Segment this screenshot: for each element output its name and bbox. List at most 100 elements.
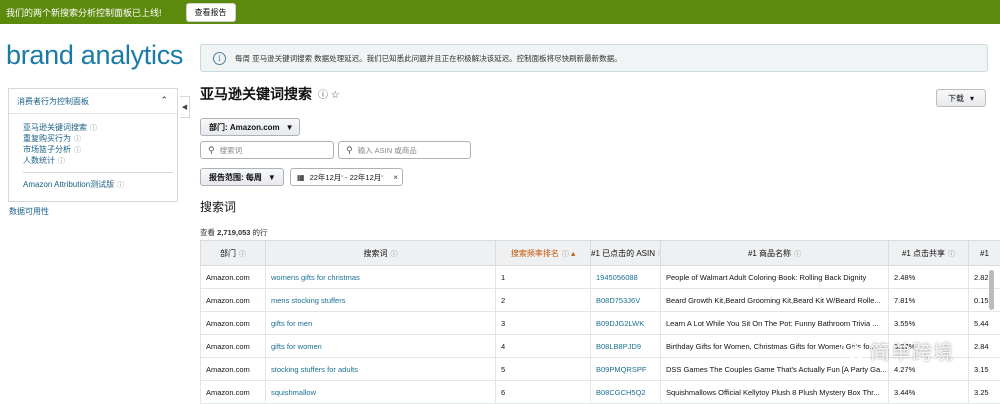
sidebar-item-repeat-purchase[interactable]: 重复购买行为ⓘ <box>9 133 177 144</box>
download-label: 下载 <box>948 93 964 104</box>
banner-message: 我们的两个新搜索分析控制面板已上线! <box>6 6 162 19</box>
cell-asin[interactable]: B08LB8PJD9 <box>591 335 661 358</box>
title-icons: ⓘ ☆ <box>318 86 340 101</box>
cell-more: 2.84 <box>969 335 1000 358</box>
sidebar-item-attribution[interactable]: Amazon Attribution测试版ⓘ <box>9 179 177 190</box>
chevron-up-icon[interactable]: ⌃ <box>160 95 168 106</box>
star-icon[interactable]: ☆ <box>331 90 340 101</box>
notice-text: 每周 亚马逊关键词搜索 数据处理延迟。我们已知悉此问题并且正在积极解决该延迟。控… <box>235 53 622 64</box>
cell-department: Amazon.com <box>201 289 266 312</box>
info-icon: ⓘ <box>74 136 81 143</box>
chevron-down-icon: ▼ <box>268 173 276 182</box>
column-header-more[interactable]: #1 <box>969 241 1000 266</box>
report-range-dropdown[interactable]: 报告范围: 每周 ▼ <box>200 168 284 186</box>
table-row: Amazon.com squishmallow 6 B08CGCH5Q2 Squ… <box>201 381 1000 404</box>
cell-rank: 6 <box>496 381 591 404</box>
row-count: 查看 2,719,053 的行 <box>200 227 268 238</box>
department-label: 部门: Amazon.com <box>209 122 280 133</box>
sidebar-item-market-basket[interactable]: 市场篮子分析ⓘ <box>9 144 177 155</box>
sidebar-item-keyword-search[interactable]: 亚马逊关键词搜索ⓘ <box>9 122 177 133</box>
cell-department: Amazon.com <box>201 266 266 289</box>
cell-search-term[interactable]: gifts for women <box>266 335 496 358</box>
cell-rank: 2 <box>496 289 591 312</box>
info-icon: ⓘ <box>58 158 65 165</box>
date-range-picker[interactable]: ▦ 22年12月‘ - 22年12月‘ × <box>290 168 403 186</box>
keyword-placeholder: 搜索词 <box>220 145 243 156</box>
calendar-icon: ▦ <box>297 173 305 182</box>
brand-analytics-logo: brand analytics <box>6 40 183 71</box>
cell-asin[interactable]: B08CGCH5Q2 <box>591 381 661 404</box>
cell-product-title: People of Walmart Adult Coloring Book: R… <box>661 266 889 289</box>
section-title: 搜索词 <box>200 198 236 215</box>
sidebar-header[interactable]: 消费者行为控制面板 ⌃ <box>9 89 177 114</box>
scrollbar[interactable] <box>989 270 994 310</box>
search-terms-table: 部门ⓘ 搜索词ⓘ 搜索频率排名ⓘ ▴ #1 已点击的 ASINⓘ #1 商品名称… <box>200 240 1000 404</box>
info-icon: ⓘ <box>562 251 569 258</box>
cell-search-term[interactable]: gifts for men <box>266 312 496 335</box>
cell-rank: 5 <box>496 358 591 381</box>
info-icon: i <box>213 52 226 65</box>
download-button[interactable]: 下载 ▾ <box>936 89 986 107</box>
sidebar: 消费者行为控制面板 ⌃ 亚马逊关键词搜索ⓘ 重复购买行为ⓘ 市场篮子分析ⓘ 人数… <box>8 88 178 202</box>
cell-asin[interactable]: B09PMQRSPF <box>591 358 661 381</box>
asin-placeholder: 输入 ASIN 或商品 <box>358 145 417 156</box>
info-icon: ⓘ <box>391 251 398 258</box>
info-icon: ⓘ <box>90 125 97 132</box>
cell-search-term[interactable]: stocking stuffers for adults <box>266 358 496 381</box>
sidebar-item-demographics[interactable]: 人数统计ⓘ <box>9 155 177 166</box>
page-title: 亚马逊关键词搜索 <box>200 84 312 104</box>
keyword-search-input[interactable]: ⚲ 搜索词 <box>200 141 334 159</box>
chevron-down-icon: ▼ <box>286 123 294 132</box>
cell-asin[interactable]: 1945056088 <box>591 266 661 289</box>
column-header-search-term[interactable]: 搜索词ⓘ <box>266 241 496 266</box>
sidebar-header-label: 消费者行为控制面板 <box>17 96 89 107</box>
column-header-click-share[interactable]: #1 点击共享ⓘ <box>889 241 969 266</box>
table-header-row: 部门ⓘ 搜索词ⓘ 搜索频率排名ⓘ ▴ #1 已点击的 ASINⓘ #1 商品名称… <box>201 241 1000 266</box>
cell-asin[interactable]: B09DJG2LWK <box>591 312 661 335</box>
cell-rank: 3 <box>496 312 591 335</box>
cell-product-title: Squishmallows Official Kellytoy Plush 8 … <box>661 381 889 404</box>
column-header-department[interactable]: 部门ⓘ <box>201 241 266 266</box>
cell-product-title: Learn A Lot While You Sit On The Pot: Fu… <box>661 312 889 335</box>
view-report-button[interactable]: 查看报告 <box>186 3 236 22</box>
info-icon: ⓘ <box>794 251 801 258</box>
close-icon[interactable]: × <box>393 173 398 182</box>
column-header-product-title[interactable]: #1 商品名称ⓘ <box>661 241 889 266</box>
top-banner: 我们的两个新搜索分析控制面板已上线! 查看报告 <box>0 0 1000 24</box>
search-icon: ⚲ <box>208 145 215 156</box>
watermark: 简单跨境 <box>840 336 954 365</box>
cell-rank: 4 <box>496 335 591 358</box>
cell-department: Amazon.com <box>201 358 266 381</box>
cell-department: Amazon.com <box>201 381 266 404</box>
table-row: Amazon.com womens gifts for christmas 1 … <box>201 266 1000 289</box>
cell-more: 3.25 <box>969 381 1000 404</box>
wechat-icon <box>840 341 864 361</box>
notice-banner: i 每周 亚马逊关键词搜索 数据处理延迟。我们已知悉此问题并且正在积极解决该延迟… <box>200 44 988 72</box>
asin-search-input[interactable]: ⚲ 输入 ASIN 或商品 <box>338 141 471 159</box>
column-header-top-asin[interactable]: #1 已点击的 ASINⓘ <box>591 241 661 266</box>
table-row: Amazon.com gifts for men 3 B09DJG2LWK Le… <box>201 312 1000 335</box>
cell-more: 0.15 <box>969 289 1000 312</box>
sidebar-divider <box>23 172 173 173</box>
watermark-text: 简单跨境 <box>870 336 954 365</box>
sort-asc-icon: ▴ <box>571 249 575 258</box>
info-icon: ⓘ <box>948 251 955 258</box>
cell-more: 5.44 <box>969 312 1000 335</box>
cell-click-share: 3.55% <box>889 312 969 335</box>
sidebar-collapse-icon[interactable]: ◀ <box>180 96 190 118</box>
cell-search-term[interactable]: womens gifts for christmas <box>266 266 496 289</box>
search-icon: ⚲ <box>346 145 353 156</box>
cell-asin[interactable]: B08D753J6V <box>591 289 661 312</box>
cell-search-term[interactable]: squishmallow <box>266 381 496 404</box>
column-header-search-rank[interactable]: 搜索频率排名ⓘ ▴ <box>496 241 591 266</box>
cell-department: Amazon.com <box>201 335 266 358</box>
cell-click-share: 7.81% <box>889 289 969 312</box>
cell-more: 3.15 <box>969 358 1000 381</box>
info-icon: ⓘ <box>117 182 124 189</box>
info-icon: ⓘ <box>239 251 246 258</box>
department-dropdown[interactable]: 部门: Amazon.com ▼ <box>200 118 300 136</box>
cell-click-share: 3.44% <box>889 381 969 404</box>
info-icon: ⓘ <box>74 147 81 154</box>
cell-search-term[interactable]: mens stocking stuffers <box>266 289 496 312</box>
data-availability-link[interactable]: 数据可用性 <box>9 206 49 217</box>
